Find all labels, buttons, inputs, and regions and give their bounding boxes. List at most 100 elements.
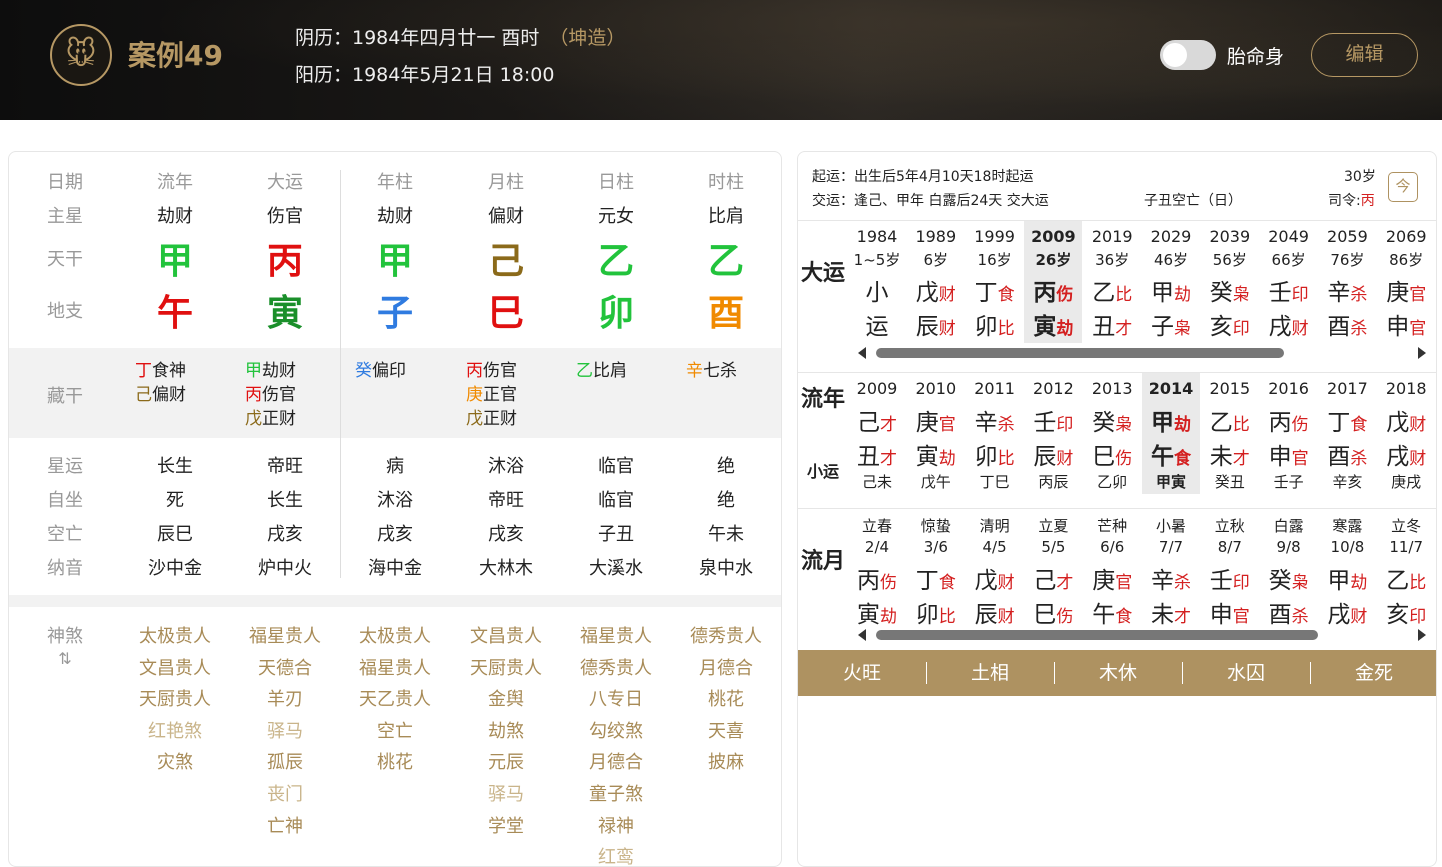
liuyue-column[interactable]: 立冬 11/7 乙比 亥印 xyxy=(1377,509,1435,628)
dayun-column[interactable]: 2069 86岁 庚官 申官 xyxy=(1377,221,1435,343)
dayun-age: 76岁 xyxy=(1330,251,1365,269)
cell-main_star: 比肩 xyxy=(708,206,744,227)
shensha-item: 月德合 xyxy=(699,657,753,679)
liuyue-column[interactable]: 小暑 7/7 辛杀 未才 xyxy=(1142,509,1200,628)
liuyue-column[interactable]: 清明 4/5 戊财 辰财 xyxy=(966,509,1024,629)
row-label-canggan: 藏干 xyxy=(47,386,83,407)
xiaoyun-value: 癸丑 xyxy=(1214,473,1245,491)
dayun-column[interactable]: 2059 76岁 辛杀 酉杀 xyxy=(1318,221,1376,343)
liuyue-term: 芒种 xyxy=(1097,517,1128,535)
liuyue-column[interactable]: 立秋 8/7 壬印 申官 xyxy=(1201,509,1259,628)
liuyue-zhi: 辰财 xyxy=(966,595,1024,629)
shensha-item: 红艳煞 xyxy=(148,720,202,742)
liuyue-term: 小暑 xyxy=(1155,517,1186,535)
dayun-column[interactable]: 2039 56岁 癸枭 亥印 xyxy=(1201,221,1259,343)
liuyue-date: 6/6 xyxy=(1100,538,1125,556)
shensha-item: 灾煞 xyxy=(157,752,193,774)
dayun-gan: 戊财 xyxy=(907,273,965,307)
canggan-stem: 戊 xyxy=(245,409,262,429)
column-header: 年柱 xyxy=(377,172,413,193)
toggle-switch[interactable] xyxy=(1160,40,1216,70)
fortune-panel: 起运：出生后5年4月10天18时起运 交运：逢己、甲年 白露后24天 交大运 子… xyxy=(797,151,1437,867)
shensha-label: 神煞 xyxy=(47,626,83,647)
liunian-zhi: 午食 xyxy=(1142,437,1200,471)
dayun-gan-god: 官 xyxy=(1409,285,1427,305)
dayun-year: 1984 xyxy=(856,227,898,246)
canggan-item: 己偏财 xyxy=(135,380,225,405)
canggan-item: 乙比肩 xyxy=(576,356,666,381)
cell-zhi: 子 xyxy=(376,293,413,334)
dayun-zhi: 戌财 xyxy=(1260,307,1318,341)
liunian-column[interactable]: 2017 丁食 酉杀 辛亥 xyxy=(1318,373,1376,494)
dayun-column[interactable]: 2029 46岁 甲劫 子枭 xyxy=(1142,221,1200,343)
liunian-gan: 丁食 xyxy=(1318,403,1376,437)
liunian-zhi-god: 比 xyxy=(997,449,1015,469)
liuyue-column[interactable]: 立春 2/4 丙伤 寅劫 xyxy=(848,509,906,628)
dayun-column[interactable]: 2019 36岁 乙比 丑才 xyxy=(1083,221,1141,343)
liuyue-date: 7/7 xyxy=(1158,538,1184,556)
dayun-gan-god: 印 xyxy=(1291,285,1309,305)
canggan-item: 丁食神 xyxy=(135,356,225,381)
liuyue-scrollbar[interactable] xyxy=(876,630,1318,640)
dayun-column[interactable]: 1989 6岁 戊财 辰财 xyxy=(907,221,965,343)
shensha-item: 金舆 xyxy=(488,689,524,711)
liuyue-column[interactable]: 立夏 5/5 己才 巳伤 xyxy=(1024,509,1082,629)
dayun-gan-char: 乙 xyxy=(1092,280,1116,306)
liuyue-column[interactable]: 惊蛰 3/6 丁食 卯比 xyxy=(907,509,965,628)
shensha-item: 福星贵人 xyxy=(249,626,321,647)
dayun-column[interactable]: 2009 26岁 丙伤 寅劫 xyxy=(1024,221,1083,343)
scroll-right-icon[interactable] xyxy=(1418,347,1426,359)
xiaoyun-value: 丙辰 xyxy=(1038,473,1069,491)
dayun-scrollbar[interactable] xyxy=(876,348,1284,358)
liuyue-date: 2/4 xyxy=(864,538,890,556)
dayun-zhi: 丑才 xyxy=(1083,307,1141,341)
dayun-column[interactable]: 1999 16岁 丁食 卯比 xyxy=(966,221,1024,343)
liuyue-column[interactable]: 白露 9/8 癸枭 酉杀 xyxy=(1260,509,1318,628)
calendar-today-icon[interactable]: 今 xyxy=(1388,172,1418,202)
wuxing-divider xyxy=(1310,662,1311,684)
shensha-item: 元辰 xyxy=(488,752,524,774)
liuyue-column[interactable]: 芒种 6/6 庚官 午食 xyxy=(1083,509,1141,628)
dayun-gan-god: 杀 xyxy=(1350,285,1368,305)
canggan-item: 庚正官 xyxy=(466,380,556,405)
scroll-left-icon[interactable] xyxy=(858,629,866,641)
liunian-column[interactable]: 2009 己才 丑才 己未 xyxy=(848,373,906,494)
liunian-section: 流年 小运 2009 己才 丑才 己未 2010 庚官 寅劫 戊午 2011 辛杀 卯比 丁巳 2012 壬印… xyxy=(798,372,1436,507)
dayun-column[interactable]: 1984 1~5岁小运 xyxy=(848,221,906,343)
liunian-column[interactable]: 2013 癸枭 巳伤 乙卯 xyxy=(1083,373,1141,494)
liunian-zhi-god: 杀 xyxy=(1350,449,1368,469)
canggan-stem: 己 xyxy=(135,385,152,405)
edit-button[interactable]: 编辑 xyxy=(1311,33,1418,77)
liuyue-zhi-char: 巳 xyxy=(1033,602,1057,628)
liuyue-zhi: 巳伤 xyxy=(1024,595,1082,629)
dayun-gan-char: 辛 xyxy=(1327,280,1351,306)
dayun-zhi-god: 比 xyxy=(997,319,1015,339)
liunian-column[interactable]: 2016 丙伤 申官 壬子 xyxy=(1260,373,1318,494)
double-arrow-icon[interactable]: ⇅ xyxy=(45,649,85,668)
liuyue-date: 3/6 xyxy=(923,538,948,556)
liunian-zhi: 巳伤 xyxy=(1083,437,1141,471)
liuyue-zhi-god: 才 xyxy=(1174,607,1191,627)
liunian-column[interactable]: 2010 庚官 寅劫 戊午 xyxy=(907,373,965,494)
liuyue-zhi-god: 劫 xyxy=(880,607,897,627)
scroll-right-icon[interactable] xyxy=(1418,629,1426,641)
column-header: 流年 xyxy=(157,172,193,193)
liunian-column[interactable]: 2011 辛杀 卯比 丁巳 xyxy=(966,373,1024,494)
liunian-column[interactable]: 2015 乙比 未才 癸丑 xyxy=(1201,373,1259,494)
cell-kongwang: 戌亥 xyxy=(377,524,413,545)
liunian-column[interactable]: 2012 壬印 辰财 丙辰 xyxy=(1024,373,1082,494)
liuyue-gan-char: 癸 xyxy=(1268,568,1292,594)
liuyue-gan-god: 比 xyxy=(1409,573,1427,593)
dayun-column[interactable]: 2049 66岁 壬印 戌财 xyxy=(1260,221,1318,343)
liuyue-column[interactable]: 寒露 10/8 甲劫 戌财 xyxy=(1318,509,1376,628)
cell-zizuo: 帝旺 xyxy=(488,490,524,511)
shensha-item: 空亡 xyxy=(377,720,413,742)
dayun-gan-char: 小 xyxy=(865,280,889,306)
scroll-left-icon[interactable] xyxy=(858,347,866,359)
liunian-column[interactable]: 2014 甲劫 午食 甲寅 xyxy=(1142,373,1200,494)
liunian-gan-char: 戊 xyxy=(1386,410,1410,436)
liunian-column[interactable]: 2018 戊财 戌财 庚戌 xyxy=(1377,373,1435,494)
liuyue-zhi-god: 印 xyxy=(1409,607,1427,627)
liunian-zhi-char: 酉 xyxy=(1327,444,1351,470)
dayun-gan: 小 xyxy=(848,273,906,307)
